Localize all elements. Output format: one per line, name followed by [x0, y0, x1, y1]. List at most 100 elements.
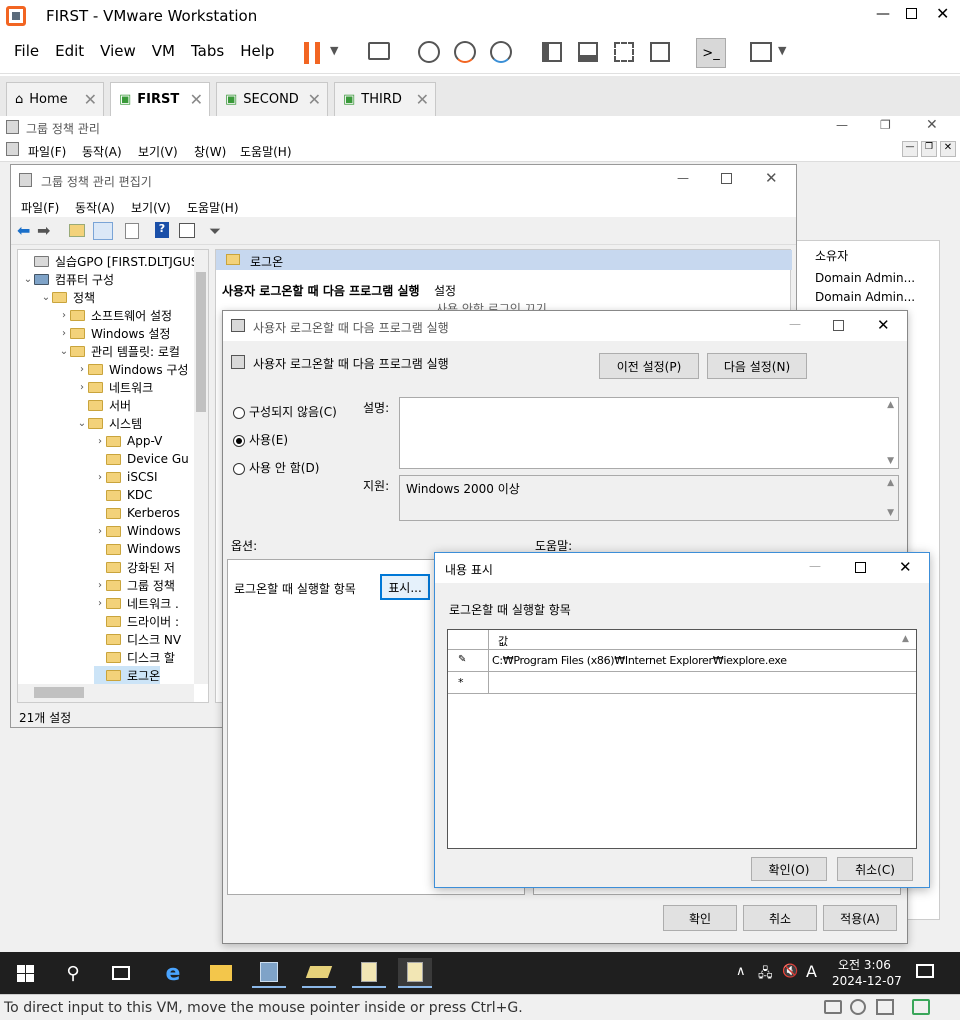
snapshot-icon[interactable]: [418, 41, 440, 63]
server-manager-icon[interactable]: [252, 958, 286, 988]
tab-third[interactable]: ▣ THIRD ✕: [334, 82, 436, 116]
gpmc-taskbar-icon[interactable]: [352, 958, 386, 988]
expand-chevron-icon[interactable]: ›: [58, 310, 70, 321]
gpmc-menu-help[interactable]: 도움말(H): [240, 143, 292, 160]
vm-maximize-button[interactable]: [906, 8, 917, 19]
export-list-icon[interactable]: [125, 223, 139, 239]
gpmc-child-restore-button[interactable]: ❐: [921, 141, 937, 157]
stretch-icon[interactable]: [750, 42, 772, 62]
menu-file[interactable]: File: [14, 42, 39, 60]
gpme-menu-file[interactable]: 파일(F): [21, 199, 59, 216]
scroll-down-icon[interactable]: ▼: [887, 508, 894, 518]
thumbnail-view-icon[interactable]: [578, 42, 598, 62]
value-column-header[interactable]: 값: [498, 633, 508, 649]
policy-minimize-button[interactable]: —: [789, 317, 801, 331]
tree-item[interactable]: 로그온: [94, 666, 161, 684]
radio-disabled[interactable]: 사용 안 함(D): [233, 459, 319, 476]
expand-chevron-icon[interactable]: ⌄: [58, 346, 70, 357]
tree-item[interactable]: 강화된 저: [94, 558, 175, 576]
grid-row[interactable]: ✎ C:₩Program Files (x86)₩Internet Explor…: [448, 650, 916, 672]
ime-indicator[interactable]: A: [806, 962, 817, 981]
network-adapter-icon[interactable]: [876, 999, 894, 1015]
tab-close-icon[interactable]: ✕: [84, 90, 97, 109]
scroll-up-icon[interactable]: ▲: [887, 400, 894, 410]
gpme-close-button[interactable]: ✕: [765, 169, 778, 187]
menu-tabs[interactable]: Tabs: [191, 42, 224, 60]
owner-column-header[interactable]: 소유자: [815, 247, 848, 264]
tree-item[interactable]: Kerberos: [94, 504, 180, 522]
tab-second[interactable]: ▣ SECOND ✕: [216, 82, 328, 116]
previous-setting-button[interactable]: 이전 설정(P): [599, 353, 699, 379]
tab-close-icon[interactable]: ✕: [190, 90, 203, 109]
tree-item[interactable]: 디스크 NV: [94, 630, 181, 648]
tree-item[interactable]: › 네트워크: [76, 378, 153, 396]
menu-help[interactable]: Help: [240, 42, 274, 60]
vm-close-button[interactable]: ✕: [936, 4, 949, 23]
up-folder-icon[interactable]: [69, 224, 85, 237]
expand-chevron-icon[interactable]: ›: [94, 580, 106, 591]
radio-not-configured[interactable]: 구성되지 않음(C): [233, 403, 337, 420]
tree-item[interactable]: 실습GPO [FIRST.DLTJGUS.CO: [22, 252, 208, 270]
scroll-down-icon[interactable]: ▼: [887, 456, 894, 466]
gpmc-restore-button[interactable]: ❐: [880, 118, 891, 132]
start-windows-icon[interactable]: [8, 958, 42, 988]
expand-chevron-icon[interactable]: ›: [94, 436, 106, 447]
gpme-tree-pane[interactable]: 실습GPO [FIRST.DLTJGUS.CO ⌄ 컴퓨터 구성 ⌄ 정책 › 소프트웨어 …: [17, 249, 209, 703]
tree-item[interactable]: 서버: [76, 396, 131, 414]
expand-chevron-icon[interactable]: ›: [76, 364, 88, 375]
expand-chevron-icon[interactable]: ›: [94, 598, 106, 609]
internet-explorer-icon[interactable]: e: [156, 958, 190, 988]
show-close-button[interactable]: ✕: [899, 558, 912, 576]
console-view-icon[interactable]: >_: [696, 38, 726, 68]
gpmc-minimize-button[interactable]: —: [836, 118, 848, 132]
notification-icon[interactable]: [916, 964, 934, 978]
grid-new-row[interactable]: *: [448, 672, 916, 694]
gpme-menu-view[interactable]: 보기(V): [131, 199, 171, 216]
menu-edit[interactable]: Edit: [55, 42, 84, 60]
network-icon[interactable]: 🖧: [758, 964, 773, 986]
clock-date[interactable]: 2024-12-07: [832, 974, 902, 988]
grid-cell-value[interactable]: C:₩Program Files (x86)₩Internet Explorer…: [492, 654, 787, 667]
gpme-minimize-button[interactable]: —: [677, 171, 689, 185]
filter-icon[interactable]: ⏷: [209, 222, 221, 240]
expand-chevron-icon[interactable]: ⌄: [22, 274, 34, 285]
pause-dropdown-icon[interactable]: ▼: [330, 44, 338, 57]
stretch-dropdown-icon[interactable]: ▼: [778, 44, 786, 57]
show-ok-button[interactable]: 확인(O): [751, 857, 827, 881]
menu-view[interactable]: View: [100, 42, 136, 60]
expand-chevron-icon[interactable]: ›: [94, 472, 106, 483]
gpmc-close-button[interactable]: ✕: [926, 117, 938, 133]
unity-icon[interactable]: [650, 42, 670, 62]
show-minimize-button[interactable]: —: [809, 559, 821, 573]
expand-chevron-icon[interactable]: ›: [94, 526, 106, 537]
tree-item[interactable]: ⌄ 정책: [40, 288, 95, 306]
radio-enabled[interactable]: 사용(E): [233, 431, 288, 448]
gpme-menu-action[interactable]: 동작(A): [75, 199, 115, 216]
menu-vm[interactable]: VM: [152, 42, 175, 60]
hdd-icon[interactable]: [824, 1000, 842, 1014]
tree-item[interactable]: › Windows 구성: [76, 360, 188, 378]
guest-desktop[interactable]: 그룹 정책 관리 — ❐ ✕ 파일(F) 동작(A) 보기(V) 창(W) 도움…: [0, 116, 960, 952]
value-grid[interactable]: 값 ▲ ✎ C:₩Program Files (x86)₩Internet Ex…: [447, 629, 917, 849]
tree-item[interactable]: ⌄ 관리 템플릿: 로컬: [58, 342, 180, 360]
expand-chevron-icon[interactable]: ⌄: [40, 292, 52, 303]
gpmc-menu-file[interactable]: 파일(F): [28, 143, 66, 160]
gpme-menu-help[interactable]: 도움말(H): [187, 199, 239, 216]
tree-item[interactable]: ⌄ 컴퓨터 구성: [22, 270, 114, 288]
show-cancel-button[interactable]: 취소(C): [837, 857, 913, 881]
gpmc-menu-action[interactable]: 동작(A): [82, 143, 122, 160]
policy-close-button[interactable]: ✕: [877, 316, 890, 334]
tree-item[interactable]: Windows: [94, 540, 181, 558]
tree-item[interactable]: › 소프트웨어 설정: [58, 306, 172, 324]
ok-button[interactable]: 확인: [663, 905, 737, 931]
vm-minimize-button[interactable]: —: [876, 6, 890, 22]
gpmc-menu-view[interactable]: 보기(V): [138, 143, 178, 160]
tab-home[interactable]: ⌂ Home ✕: [6, 82, 104, 116]
apply-button[interactable]: 적용(A): [823, 905, 897, 931]
next-setting-button[interactable]: 다음 설정(N): [707, 353, 807, 379]
show-hide-tree-icon[interactable]: [93, 222, 113, 240]
expand-chevron-icon[interactable]: ›: [76, 382, 88, 393]
help-icon[interactable]: ?: [155, 222, 169, 238]
fullscreen-icon[interactable]: [614, 42, 634, 62]
back-arrow-icon[interactable]: ⬅: [17, 221, 30, 240]
